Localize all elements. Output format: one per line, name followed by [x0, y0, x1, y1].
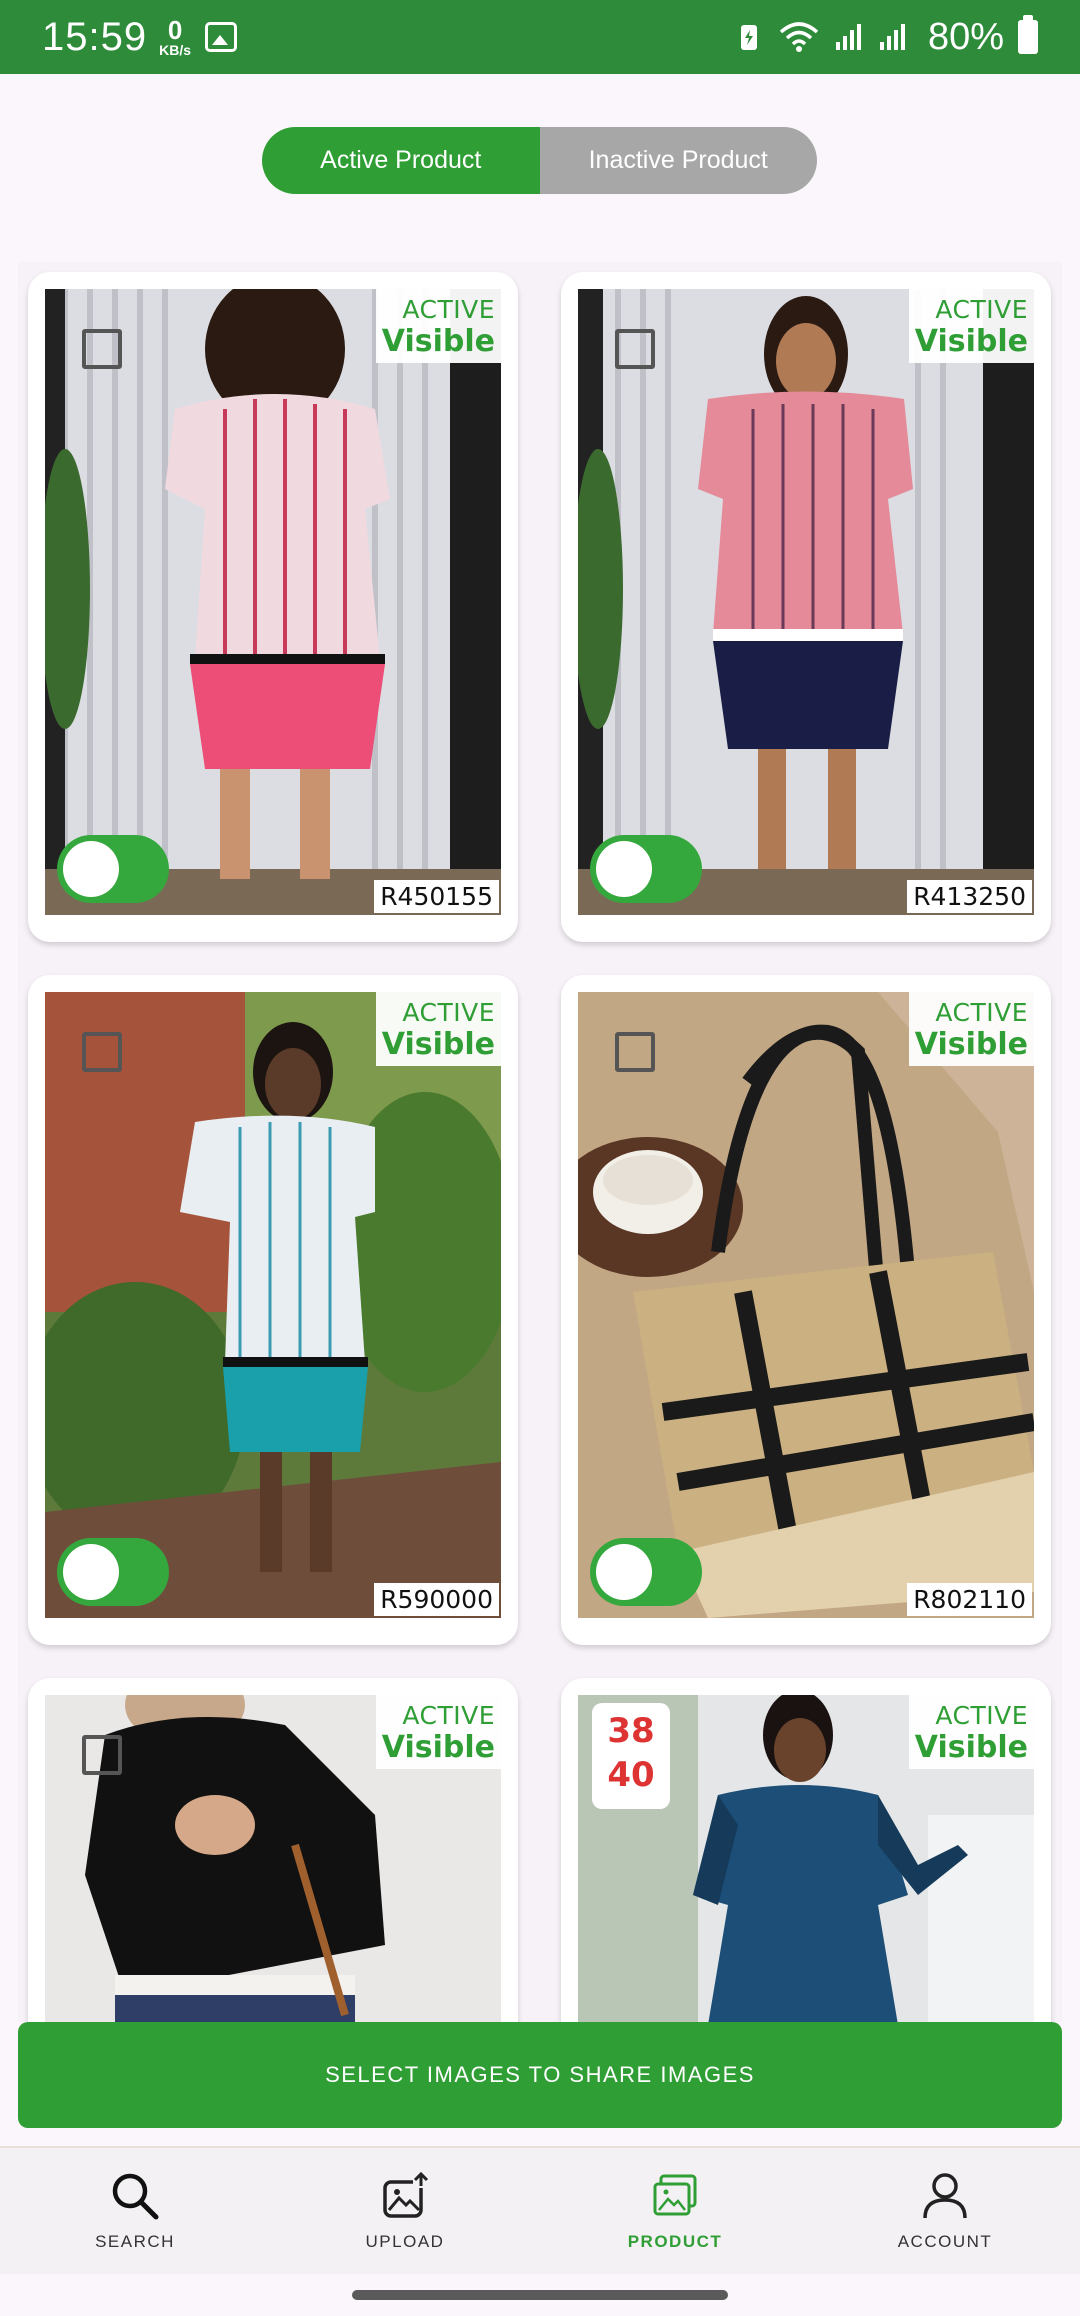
select-checkbox[interactable]	[615, 1032, 655, 1072]
nav-account[interactable]: ACCOUNT	[810, 2148, 1080, 2274]
product-image[interactable]: ACTIVE Visible R413250	[578, 289, 1034, 915]
product-sku: R590000	[374, 1583, 499, 1616]
status-tag: ACTIVE Visible	[375, 1695, 501, 1769]
product-image[interactable]: ACTIVE Visible R802110	[578, 992, 1034, 1618]
status-tag: ACTIVE Visible	[908, 289, 1034, 363]
visibility-label: Visible	[381, 324, 495, 359]
size-label: 40	[607, 1755, 655, 1795]
network-speed: 0 KB/s	[159, 17, 191, 57]
visibility-label: Visible	[381, 1027, 495, 1062]
select-checkbox[interactable]	[615, 329, 655, 369]
status-tag: ACTIVE Visible	[908, 1695, 1034, 1769]
product-filter-tabs: Active Product Inactive Product	[262, 127, 817, 194]
product-card[interactable]: ACTIVE Visible	[28, 1678, 518, 2022]
visibility-toggle[interactable]	[57, 835, 169, 903]
toggle-knob	[596, 841, 652, 897]
nav-search-label: SEARCH	[95, 2232, 175, 2251]
size-badge: 38 40	[592, 1703, 670, 1809]
active-status-label: ACTIVE	[402, 295, 495, 324]
product-card[interactable]: ACTIVE Visible R450155	[28, 272, 518, 942]
visibility-label: Visible	[914, 1027, 1028, 1062]
product-photo-dress-garden	[45, 992, 501, 1618]
product-card[interactable]: ACTIVE Visible R590000	[28, 975, 518, 1645]
nav-product[interactable]: PRODUCT	[540, 2148, 810, 2274]
size-label: 38	[607, 1711, 655, 1751]
search-icon	[112, 2173, 159, 2220]
product-image[interactable]: ACTIVE Visible	[45, 1695, 501, 2022]
battery-percent: 80%	[927, 15, 1004, 58]
net-speed-unit: KB/s	[159, 42, 192, 58]
active-status-label: ACTIVE	[935, 1701, 1028, 1730]
product-sku: R413250	[907, 880, 1032, 913]
battery-saver-icon	[740, 25, 757, 50]
visibility-label: Visible	[914, 1730, 1028, 1765]
product-card[interactable]: 38 40 ACTIVE Visible	[561, 1678, 1051, 2022]
share-images-button[interactable]: SELECT IMAGES TO SHARE IMAGES	[18, 2022, 1062, 2128]
toggle-knob	[63, 841, 119, 897]
select-checkbox[interactable]	[82, 1735, 122, 1775]
product-image[interactable]: 38 40 ACTIVE Visible	[578, 1695, 1034, 2022]
status-tag: ACTIVE Visible	[375, 289, 501, 363]
visibility-label: Visible	[914, 324, 1028, 359]
signal-icon-2	[879, 24, 905, 50]
gallery-icon	[653, 2174, 697, 2216]
tab-active-product[interactable]: Active Product	[262, 127, 540, 194]
product-image[interactable]: ACTIVE Visible R590000	[45, 992, 501, 1618]
status-icons: 80%	[734, 15, 1038, 59]
gesture-handle[interactable]	[352, 2290, 728, 2300]
nav-upload[interactable]: UPLOAD	[270, 2148, 540, 2274]
active-status-label: ACTIVE	[402, 998, 495, 1027]
product-sku: R802110	[907, 1583, 1032, 1616]
active-status-label: ACTIVE	[935, 998, 1028, 1027]
visibility-toggle[interactable]	[590, 1538, 702, 1606]
toggle-knob	[596, 1544, 652, 1600]
toggle-knob	[63, 1544, 119, 1600]
visibility-label: Visible	[381, 1730, 495, 1765]
select-checkbox[interactable]	[82, 1032, 122, 1072]
status-bar: 15:59 0 KB/s 80%	[0, 0, 1080, 74]
signal-icon-1	[835, 24, 861, 50]
active-status-label: ACTIVE	[935, 295, 1028, 324]
product-grid[interactable]: ACTIVE Visible R450155 ACTIVE Visible R4…	[18, 262, 1062, 2022]
wifi-icon	[779, 22, 819, 52]
nav-account-label: ACCOUNT	[897, 2232, 993, 2251]
gallery-notification-icon	[205, 22, 238, 52]
nav-search[interactable]: SEARCH	[0, 2148, 270, 2274]
nav-upload-label: UPLOAD	[365, 2232, 445, 2251]
status-time: 15:59	[42, 14, 148, 59]
tab-inactive-product[interactable]: Inactive Product	[539, 127, 817, 194]
product-photo-dress-front	[578, 289, 1034, 915]
active-status-label: ACTIVE	[402, 1701, 495, 1730]
battery-icon	[1018, 15, 1038, 54]
visibility-toggle[interactable]	[590, 835, 702, 903]
visibility-toggle[interactable]	[57, 1538, 169, 1606]
status-tag: ACTIVE Visible	[375, 992, 501, 1066]
select-checkbox[interactable]	[82, 329, 122, 369]
nav-product-label: PRODUCT	[627, 2232, 723, 2251]
upload-image-icon	[383, 2171, 429, 2218]
product-image[interactable]: ACTIVE Visible R450155	[45, 289, 501, 915]
bottom-navigation: SEARCH UPLOAD PRODUCT ACCOUNT	[0, 2146, 1080, 2274]
product-card[interactable]: ACTIVE Visible R802110	[561, 975, 1051, 1645]
account-icon	[923, 2173, 967, 2219]
status-tag: ACTIVE Visible	[908, 992, 1034, 1066]
product-photo-straw-bag	[578, 992, 1034, 1618]
product-sku: R450155	[374, 880, 499, 913]
product-card[interactable]: ACTIVE Visible R413250	[561, 272, 1051, 942]
product-photo-dress-back	[45, 289, 501, 915]
net-speed-value: 0	[167, 15, 183, 45]
